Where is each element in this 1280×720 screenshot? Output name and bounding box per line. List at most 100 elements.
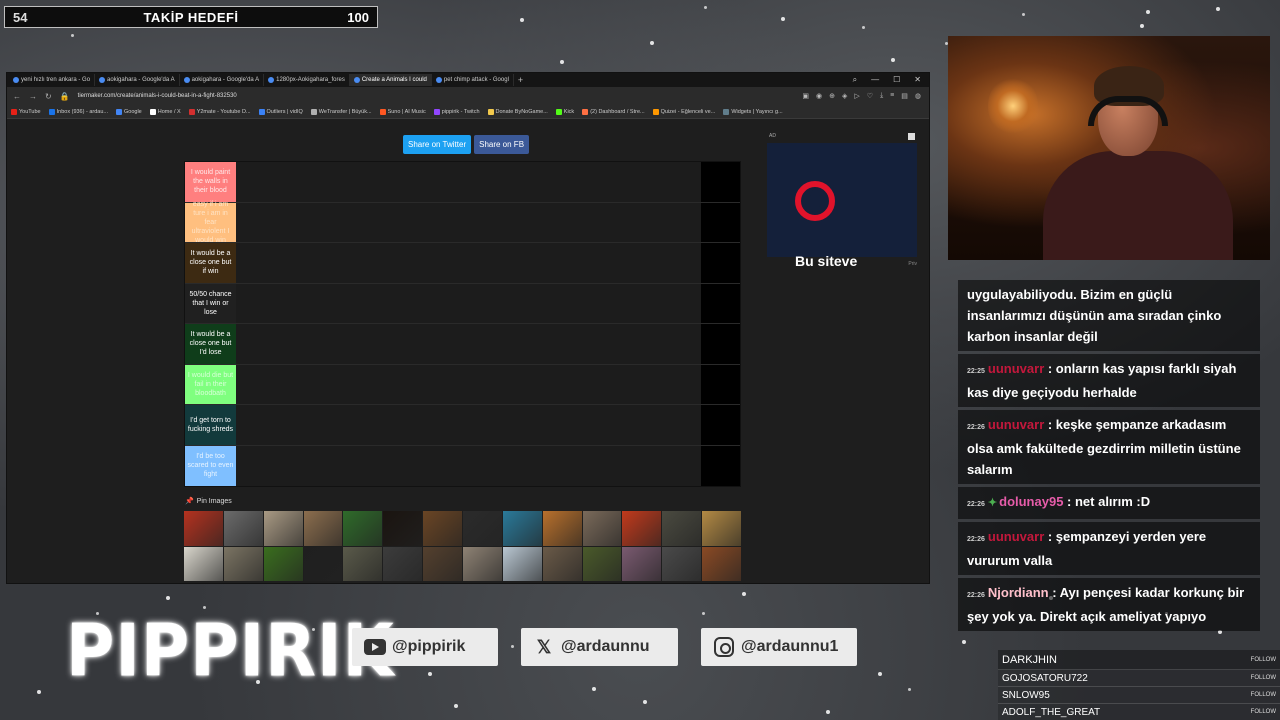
share-twitter-button[interactable]: Share on Twitter bbox=[403, 135, 472, 154]
animal-image[interactable] bbox=[423, 546, 462, 581]
youtube-icon bbox=[364, 636, 386, 658]
heart-icon[interactable]: ♡ bbox=[867, 92, 873, 100]
bookmark-item[interactable]: Suno | AI Music bbox=[379, 108, 426, 115]
animal-image[interactable] bbox=[662, 546, 702, 581]
new-tab-icon[interactable]: + bbox=[514, 75, 527, 85]
tier-label[interactable]: It would be a close one but if win bbox=[185, 243, 236, 283]
tier-drop-zone[interactable] bbox=[236, 405, 701, 445]
reload-icon[interactable]: ↻ bbox=[45, 92, 52, 101]
bookmark-item[interactable]: Donate ByNoGame... bbox=[487, 108, 548, 115]
tier-label[interactable]: It would be a close one but I'd lose bbox=[185, 324, 236, 364]
animal-image[interactable] bbox=[622, 511, 662, 546]
animal-image[interactable] bbox=[343, 546, 383, 581]
tier-drop-zone[interactable] bbox=[236, 202, 701, 242]
pin-images[interactable]: 📌 Pin Images bbox=[185, 497, 232, 506]
tier-drop-zone[interactable] bbox=[236, 445, 701, 486]
bookmark-item[interactable]: Y2mate - Youtube D... bbox=[188, 108, 251, 115]
extension-icon[interactable]: ⊕ bbox=[829, 92, 835, 100]
animal-image[interactable] bbox=[542, 511, 582, 546]
forward-icon[interactable]: → bbox=[29, 92, 37, 101]
bookmark-item[interactable]: Inbox (936) - ardau... bbox=[48, 108, 108, 115]
profile-icon[interactable]: ◍ bbox=[915, 92, 921, 100]
animal-image[interactable] bbox=[542, 546, 582, 581]
extension-icon[interactable]: ◈ bbox=[842, 92, 847, 100]
tier-label[interactable]: I'd get torn to fucking shreds bbox=[185, 405, 236, 445]
browser-tab[interactable]: 1280px-Aokigahara_fores bbox=[264, 74, 350, 86]
tier-label[interactable]: easy if i am ture i am in fear ultraviol… bbox=[185, 201, 236, 244]
animal-image[interactable] bbox=[702, 546, 741, 581]
tier-label[interactable]: 50/50 chance that I win or lose bbox=[185, 283, 236, 323]
animal-image[interactable] bbox=[263, 546, 303, 581]
play-icon[interactable]: ▷ bbox=[854, 92, 859, 100]
advertisement[interactable]: AD Bu siteve Priv bbox=[767, 133, 917, 269]
bookmark-item[interactable]: pippirik - Twitch bbox=[433, 108, 480, 115]
tier-drop-zone[interactable] bbox=[236, 364, 701, 404]
animal-image[interactable] bbox=[502, 546, 542, 581]
bookmark-item[interactable]: Kick bbox=[555, 108, 574, 115]
close-icon[interactable]: ✕ bbox=[914, 75, 921, 85]
animal-image[interactable] bbox=[303, 546, 343, 581]
animal-image[interactable] bbox=[423, 511, 462, 546]
bookmark-item[interactable]: Quizei - Eğlenceli ve... bbox=[652, 108, 715, 115]
browser-tab[interactable]: aokigahara - Google'da A bbox=[95, 74, 180, 86]
animal-image[interactable] bbox=[343, 511, 383, 546]
search-tabs-icon[interactable]: ⌕ bbox=[853, 75, 857, 85]
extension-icon[interactable]: ◉ bbox=[816, 92, 822, 100]
ad-close-icon[interactable] bbox=[908, 133, 915, 140]
animal-image[interactable] bbox=[662, 511, 702, 546]
animal-image[interactable] bbox=[463, 511, 502, 546]
maximize-icon[interactable]: ☐ bbox=[893, 75, 900, 85]
tier-drop-zone[interactable] bbox=[236, 283, 701, 323]
bookmark-item[interactable]: Home / X bbox=[149, 108, 181, 115]
animal-image[interactable] bbox=[263, 511, 303, 546]
animal-image[interactable] bbox=[702, 511, 741, 546]
url-field[interactable]: tiermaker.com/create/animals-i-could-bea… bbox=[78, 93, 795, 99]
animal-image[interactable] bbox=[582, 511, 622, 546]
animal-image[interactable] bbox=[582, 546, 622, 581]
bookmark-item[interactable]: Widgets | Yayıncı g... bbox=[723, 108, 783, 115]
tier-settings-handle[interactable] bbox=[701, 324, 740, 364]
browser-tab-active[interactable]: Create a Animals I could bbox=[349, 74, 432, 86]
ad-card[interactable]: Bu siteve bbox=[767, 143, 917, 269]
animal-image[interactable] bbox=[622, 546, 662, 581]
animal-image[interactable] bbox=[383, 511, 423, 546]
tier-label[interactable]: I would die but fail in their bloodbath bbox=[185, 364, 236, 404]
bookmark-item[interactable]: WeTransfer | Büyük... bbox=[310, 108, 372, 115]
animal-image[interactable] bbox=[184, 546, 223, 581]
tier-settings-handle[interactable] bbox=[701, 364, 740, 404]
download-icon[interactable]: ⤓ bbox=[880, 92, 883, 100]
chat-timestamp: 22:26 bbox=[967, 536, 985, 543]
tier-settings-handle[interactable] bbox=[701, 445, 740, 486]
animal-image[interactable] bbox=[223, 546, 263, 581]
animal-image[interactable] bbox=[184, 511, 223, 546]
tier-settings-handle[interactable] bbox=[701, 243, 740, 283]
animal-image[interactable] bbox=[383, 546, 423, 581]
share-fb-button[interactable]: Share on FB bbox=[474, 135, 530, 154]
tier-drop-zone[interactable] bbox=[236, 324, 701, 364]
bookmark-item[interactable]: Google bbox=[116, 108, 142, 115]
tier-label[interactable]: I would paint the walls in their blood bbox=[185, 162, 236, 202]
minimize-icon[interactable]: — bbox=[871, 75, 879, 85]
tier-drop-zone[interactable] bbox=[236, 243, 701, 283]
browser-tab[interactable]: pet chimp attack - Googl bbox=[432, 74, 514, 86]
tier-settings-handle[interactable] bbox=[701, 202, 740, 242]
bookmark-item[interactable]: Outliers | vidIQ bbox=[258, 108, 303, 115]
extension-icon[interactable]: ▣ bbox=[802, 92, 809, 100]
animal-image[interactable] bbox=[223, 511, 263, 546]
tier-label[interactable]: I'd be too scared to even fight bbox=[185, 445, 236, 486]
tier-settings-handle[interactable] bbox=[701, 405, 740, 445]
tier-drop-zone[interactable] bbox=[236, 162, 701, 202]
bookmarks-bar: YouTube Inbox (936) - ardau... Google Home … bbox=[7, 105, 929, 119]
animal-image[interactable] bbox=[303, 511, 343, 546]
menu-icon[interactable]: ≡ bbox=[890, 92, 894, 100]
animal-image[interactable] bbox=[502, 511, 542, 546]
tier-settings-handle[interactable] bbox=[701, 162, 740, 202]
tier-settings-handle[interactable] bbox=[701, 283, 740, 323]
sidebar-icon[interactable]: ▤ bbox=[901, 92, 908, 100]
browser-tab[interactable]: aokigahara - Google'da A bbox=[180, 74, 265, 86]
back-icon[interactable]: ← bbox=[13, 92, 21, 101]
animal-image[interactable] bbox=[463, 546, 502, 581]
bookmark-item[interactable]: (2) Dashboard / Stre... bbox=[582, 108, 645, 115]
bookmark-item[interactable]: YouTube bbox=[11, 108, 41, 115]
browser-tab[interactable]: yeni hızlı tren ankara - Go bbox=[9, 74, 96, 86]
